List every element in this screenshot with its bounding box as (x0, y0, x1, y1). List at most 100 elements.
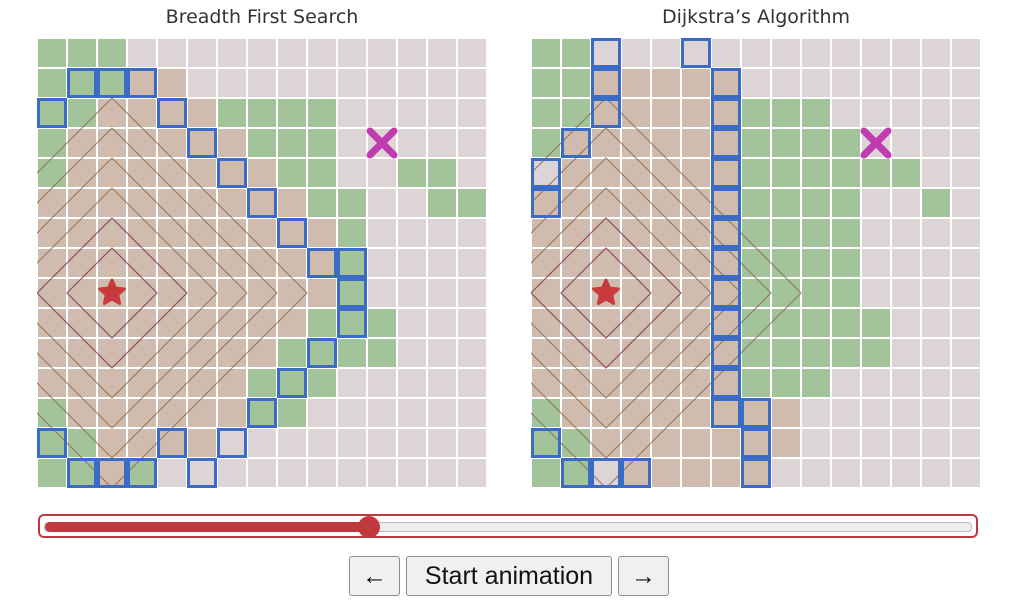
dijkstra-visited-cell[interactable] (680, 127, 712, 159)
bfs-visited-cell[interactable] (216, 397, 248, 429)
dijkstra-visited-cell[interactable] (740, 397, 772, 429)
bfs-visited-cell[interactable] (276, 217, 308, 249)
bfs-empty-cell[interactable] (336, 457, 368, 488)
dijkstra-empty-cell[interactable] (890, 397, 922, 429)
dijkstra-visited-cell[interactable] (710, 217, 742, 249)
bfs-empty-cell[interactable] (336, 427, 368, 459)
dijkstra-empty-cell[interactable] (830, 397, 862, 429)
bfs-empty-cell[interactable] (306, 38, 338, 69)
bfs-grass-cell[interactable] (216, 97, 248, 129)
bfs-visited-cell[interactable] (66, 397, 98, 429)
dijkstra-visited-cell[interactable] (710, 457, 742, 488)
bfs-empty-cell[interactable] (336, 38, 368, 69)
dijkstra-visited-cell[interactable] (590, 427, 622, 459)
dijkstra-visited-cell[interactable] (531, 307, 562, 339)
dijkstra-grass-cell[interactable] (800, 277, 832, 309)
dijkstra-visited-cell[interactable] (680, 67, 712, 99)
bfs-empty-cell[interactable] (216, 38, 248, 69)
dijkstra-empty-cell[interactable] (860, 67, 892, 99)
bfs-visited-cell[interactable] (126, 217, 158, 249)
dijkstra-empty-cell[interactable] (920, 247, 952, 279)
bfs-visited-cell[interactable] (96, 157, 128, 189)
bfs-grass-cell[interactable] (336, 307, 368, 339)
bfs-visited-cell[interactable] (96, 187, 128, 219)
next-step-button[interactable]: → (618, 556, 669, 596)
bfs-visited-cell[interactable] (186, 397, 218, 429)
dijkstra-grass-cell[interactable] (800, 367, 832, 399)
bfs-empty-cell[interactable] (366, 38, 398, 69)
dijkstra-empty-cell[interactable] (800, 38, 832, 69)
bfs-visited-cell[interactable] (126, 277, 158, 309)
bfs-grass-cell[interactable] (276, 97, 308, 129)
dijkstra-visited-cell[interactable] (620, 217, 652, 249)
bfs-grass-cell[interactable] (276, 337, 308, 369)
bfs-empty-cell[interactable] (426, 337, 458, 369)
dijkstra-visited-cell[interactable] (560, 307, 592, 339)
dijkstra-empty-cell[interactable] (890, 127, 922, 159)
dijkstra-grass-cell[interactable] (740, 247, 772, 279)
bfs-grass-cell[interactable] (336, 247, 368, 279)
dijkstra-visited-cell[interactable] (710, 187, 742, 219)
dijkstra-empty-cell[interactable] (860, 187, 892, 219)
dijkstra-empty-cell[interactable] (650, 38, 682, 69)
dijkstra-empty-cell[interactable] (860, 217, 892, 249)
dijkstra-empty-cell[interactable] (920, 67, 952, 99)
bfs-visited-cell[interactable] (96, 337, 128, 369)
dijkstra-grass-cell[interactable] (531, 38, 562, 69)
dijkstra-visited-cell[interactable] (531, 337, 562, 369)
bfs-empty-cell[interactable] (456, 38, 487, 69)
bfs-visited-cell[interactable] (37, 367, 68, 399)
bfs-visited-cell[interactable] (37, 307, 68, 339)
bfs-grass-cell[interactable] (276, 157, 308, 189)
dijkstra-visited-cell[interactable] (680, 427, 712, 459)
bfs-visited-cell[interactable] (96, 457, 128, 488)
dijkstra-visited-cell[interactable] (590, 217, 622, 249)
dijkstra-empty-cell[interactable] (890, 277, 922, 309)
bfs-visited-cell[interactable] (156, 277, 188, 309)
dijkstra-empty-cell[interactable] (860, 277, 892, 309)
bfs-visited-cell[interactable] (96, 397, 128, 429)
bfs-empty-cell[interactable] (426, 67, 458, 99)
dijkstra-empty-cell[interactable] (890, 457, 922, 488)
dijkstra-visited-cell[interactable] (560, 247, 592, 279)
bfs-visited-cell[interactable] (246, 277, 278, 309)
dijkstra-visited-cell[interactable] (531, 217, 562, 249)
bfs-grass-cell[interactable] (306, 127, 338, 159)
bfs-empty-cell[interactable] (366, 217, 398, 249)
dijkstra-grass-cell[interactable] (531, 127, 562, 159)
dijkstra-empty-cell[interactable] (950, 337, 981, 369)
bfs-visited-cell[interactable] (37, 217, 68, 249)
bfs-visited-cell[interactable] (96, 97, 128, 129)
bfs-empty-cell[interactable] (306, 67, 338, 99)
bfs-visited-cell[interactable] (186, 127, 218, 159)
dijkstra-empty-cell[interactable] (920, 277, 952, 309)
bfs-visited-cell[interactable] (246, 307, 278, 339)
bfs-grass-cell[interactable] (426, 157, 458, 189)
bfs-visited-cell[interactable] (126, 247, 158, 279)
dijkstra-empty-cell[interactable] (890, 307, 922, 339)
dijkstra-visited-cell[interactable] (770, 427, 802, 459)
dijkstra-empty-cell[interactable] (830, 427, 862, 459)
dijkstra-visited-cell[interactable] (680, 247, 712, 279)
dijkstra-empty-cell[interactable] (890, 427, 922, 459)
bfs-visited-cell[interactable] (66, 307, 98, 339)
dijkstra-empty-cell[interactable] (920, 38, 952, 69)
dijkstra-grass-cell[interactable] (830, 277, 862, 309)
bfs-visited-cell[interactable] (246, 217, 278, 249)
bfs-empty-cell[interactable] (336, 97, 368, 129)
bfs-empty-cell[interactable] (456, 127, 487, 159)
bfs-empty-cell[interactable] (246, 427, 278, 459)
bfs-visited-cell[interactable] (156, 367, 188, 399)
dijkstra-empty-cell[interactable] (950, 397, 981, 429)
dijkstra-visited-cell[interactable] (710, 307, 742, 339)
bfs-empty-cell[interactable] (396, 67, 428, 99)
bfs-visited-cell[interactable] (156, 157, 188, 189)
dijkstra-empty-cell[interactable] (590, 457, 622, 488)
dijkstra-visited-cell[interactable] (531, 187, 562, 219)
bfs-empty-cell[interactable] (396, 307, 428, 339)
dijkstra-grass-cell[interactable] (860, 337, 892, 369)
bfs-visited-cell[interactable] (216, 127, 248, 159)
bfs-visited-cell[interactable] (37, 277, 68, 309)
bfs-visited-cell[interactable] (186, 187, 218, 219)
dijkstra-visited-cell[interactable] (650, 307, 682, 339)
